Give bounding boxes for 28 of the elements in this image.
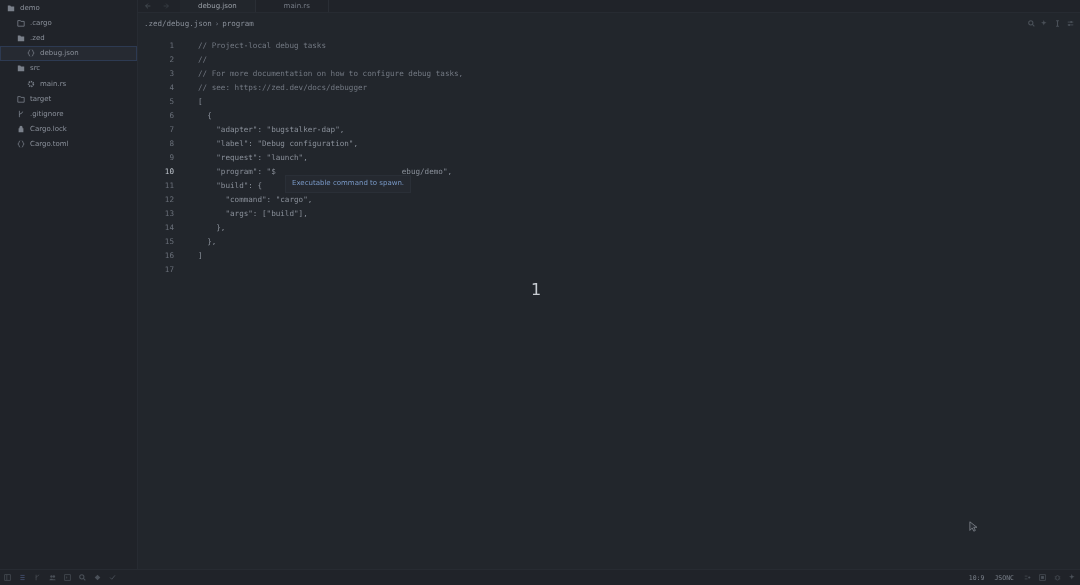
back-arrow-icon[interactable] (144, 2, 152, 10)
mouse-pointer-icon (969, 521, 977, 532)
branch-icon (17, 109, 25, 118)
filled-folder-icon (17, 33, 25, 42)
sparkle-icon[interactable] (1041, 19, 1048, 27)
folder-icon (17, 18, 25, 27)
text-cursor-icon[interactable] (1054, 19, 1061, 27)
braces-icon (17, 140, 25, 149)
branch-icon[interactable] (34, 574, 41, 581)
filled-folder-icon (17, 64, 25, 73)
gear-icon (27, 79, 35, 88)
panel-icon[interactable] (1039, 574, 1046, 581)
braces-icon (27, 49, 35, 58)
lock-icon (17, 125, 25, 134)
folder-icon (17, 94, 25, 103)
sparkle-icon[interactable] (1069, 574, 1076, 581)
filled-folder-icon (7, 3, 15, 12)
outline-icon[interactable] (19, 574, 26, 581)
sidebar-icon[interactable] (4, 574, 11, 581)
search-icon[interactable] (1028, 19, 1035, 27)
diamond-icon[interactable] (94, 574, 101, 581)
check-icon[interactable] (109, 574, 116, 581)
sliders-icon[interactable] (1067, 19, 1074, 27)
terminal-icon[interactable] (64, 574, 71, 581)
people-icon[interactable] (49, 574, 56, 581)
keystroke-overlay: 1 (531, 280, 542, 299)
toggle-icon[interactable] (1024, 574, 1031, 581)
search-icon[interactable] (79, 574, 86, 581)
